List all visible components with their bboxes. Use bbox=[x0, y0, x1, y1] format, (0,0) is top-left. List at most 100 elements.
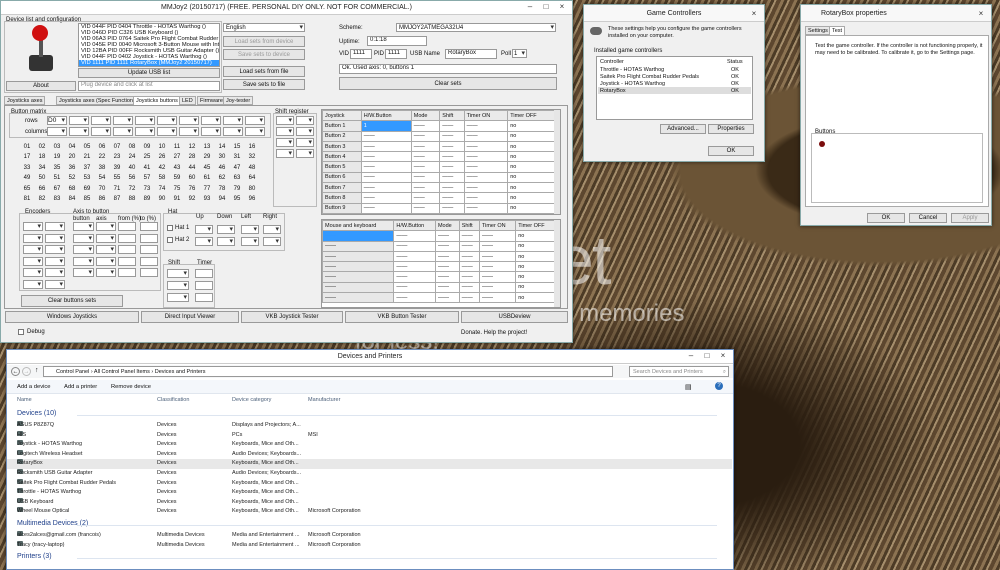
table-row[interactable]: Button 5 —— —— —— —— no bbox=[322, 161, 556, 173]
list-item[interactable]: Throttle - HOTAS Warthog Devices Keyboards… bbox=[7, 488, 732, 498]
timer-on-cell[interactable]: —— bbox=[463, 140, 509, 153]
shift-cell[interactable]: —— bbox=[458, 261, 480, 273]
axis-to-field[interactable] bbox=[140, 233, 158, 243]
timer-off-cell[interactable]: no bbox=[515, 281, 556, 294]
matrix-row-select[interactable] bbox=[91, 116, 111, 125]
shift-register-select[interactable] bbox=[276, 149, 294, 158]
hat-direction-select[interactable] bbox=[217, 237, 235, 246]
group-header[interactable]: Printers (3) bbox=[17, 553, 52, 560]
hw-button-cell[interactable]: —— bbox=[393, 250, 436, 263]
timer-on-cell[interactable]: —— bbox=[463, 161, 509, 173]
timer-off-cell[interactable]: no bbox=[515, 271, 556, 283]
timer-off-cell[interactable]: no bbox=[507, 161, 556, 173]
maximize-icon[interactable]: □ bbox=[699, 350, 715, 361]
mk-table-scrollbar[interactable] bbox=[554, 220, 560, 307]
shift-cell[interactable]: —— bbox=[458, 250, 480, 263]
timer-on-cell[interactable]: —— bbox=[463, 202, 509, 214]
close-icon[interactable]: × bbox=[554, 1, 570, 12]
timer-off-cell[interactable]: no bbox=[515, 261, 556, 273]
hw-button-cell[interactable]: —— bbox=[360, 140, 412, 153]
shift-select[interactable] bbox=[167, 269, 189, 278]
hw-button-cell[interactable]: —— bbox=[360, 161, 412, 173]
table-row[interactable]: Button 3 —— —— —— —— no bbox=[322, 140, 556, 153]
direct-input-viewer-button[interactable]: Direct Input Viewer bbox=[141, 311, 239, 323]
shift-cell[interactable]: —— bbox=[439, 140, 465, 153]
hw-button-cell[interactable]: —— bbox=[393, 240, 436, 252]
timer-off-cell[interactable]: no bbox=[507, 140, 556, 153]
apply-button[interactable]: Apply bbox=[951, 213, 989, 223]
device-list-item-selected[interactable]: VID 1111 PID 1111 RotaryBox (MMJoy2 2015… bbox=[79, 60, 219, 66]
close-icon[interactable]: × bbox=[746, 8, 762, 19]
axis-button-select[interactable] bbox=[73, 256, 94, 266]
help-icon[interactable]: ? bbox=[715, 382, 723, 390]
hat-direction-select[interactable] bbox=[217, 225, 235, 234]
controller-row-name[interactable]: RotaryBox bbox=[600, 88, 626, 94]
pid-field[interactable]: 1111 bbox=[385, 49, 407, 59]
hw-button-cell[interactable]: —— bbox=[393, 271, 436, 283]
list-item[interactable]: Joystick - HOTAS Warthog Devices Keyboards… bbox=[7, 440, 732, 450]
tab-led[interactable]: LED bbox=[179, 96, 196, 105]
timer-on-cell[interactable]: —— bbox=[463, 120, 509, 132]
hw-button-cell[interactable]: —— bbox=[393, 230, 436, 242]
timer-off-cell[interactable]: no bbox=[507, 120, 556, 132]
axis-from-field[interactable] bbox=[118, 268, 136, 277]
shift-cell[interactable]: —— bbox=[439, 202, 465, 214]
back-icon[interactable]: ← bbox=[11, 367, 20, 376]
view-options-icon[interactable]: ▤ bbox=[685, 383, 692, 391]
timer-off-cell[interactable]: no bbox=[507, 182, 556, 194]
shift-register-select[interactable] bbox=[296, 138, 314, 147]
hw-button-cell[interactable]: —— bbox=[393, 281, 436, 294]
up-icon[interactable]: ↑ bbox=[35, 367, 39, 374]
table-row[interactable]: —— —— —— —— —— no bbox=[322, 250, 556, 263]
controller-row-name[interactable]: Throttle - HOTAS Warthog bbox=[600, 67, 664, 73]
debug-checkbox[interactable] bbox=[18, 329, 24, 335]
timer-field[interactable] bbox=[195, 293, 213, 302]
encoder-select[interactable] bbox=[23, 233, 43, 243]
close-icon[interactable]: × bbox=[973, 8, 989, 19]
tab-joysticks-axes[interactable]: Joysticks axes bbox=[4, 96, 46, 105]
timer-on-cell[interactable]: —— bbox=[463, 182, 509, 194]
timer-off-cell[interactable]: no bbox=[515, 292, 556, 304]
hat-direction-select[interactable] bbox=[195, 237, 213, 246]
hw-button-cell[interactable]: —— bbox=[393, 261, 436, 273]
table-row[interactable]: —— —— —— —— —— no bbox=[322, 292, 556, 304]
axis-select[interactable] bbox=[96, 256, 116, 266]
matrix-column-select[interactable] bbox=[245, 127, 265, 136]
mode-cell[interactable]: —— bbox=[434, 240, 460, 252]
hat1-checkbox[interactable] bbox=[167, 225, 173, 231]
timer-on-cell[interactable]: —— bbox=[478, 292, 517, 304]
hw-button-cell[interactable]: —— bbox=[360, 182, 412, 194]
mode-cell[interactable]: —— bbox=[410, 151, 441, 163]
table-row[interactable]: Button 7 —— —— —— —— no bbox=[322, 182, 556, 194]
table-row[interactable]: Button 1 1 —— —— —— no bbox=[322, 120, 556, 132]
mode-cell[interactable]: —— bbox=[434, 271, 460, 283]
hw-button-cell[interactable]: —— bbox=[360, 171, 412, 184]
table-row[interactable]: Button 9 —— —— —— —— no bbox=[322, 202, 556, 214]
matrix-row-select[interactable] bbox=[245, 116, 265, 125]
list-item[interactable]: USB Keyboard Devices Keyboards, Mice and O… bbox=[7, 497, 732, 508]
encoder-select[interactable] bbox=[23, 268, 43, 277]
col-classification[interactable]: Classification bbox=[157, 397, 189, 403]
table-row[interactable]: —— —— —— —— —— no bbox=[322, 261, 556, 273]
list-item[interactable]: Saitek Pro Flight Combat Rudder Pedals De… bbox=[7, 478, 732, 489]
table-row[interactable]: Button 4 —— —— —— —— no bbox=[322, 151, 556, 163]
list-item[interactable]: HIS Devices PCs MSI bbox=[7, 430, 732, 441]
timer-off-cell[interactable]: no bbox=[507, 202, 556, 214]
breadcrumb-item[interactable]: Devices and Printers bbox=[155, 369, 206, 375]
list-item[interactable]: alces2alces@gmail.com (francois) Multimed… bbox=[7, 531, 732, 541]
shift-register-select[interactable] bbox=[296, 116, 314, 125]
shift-cell[interactable]: —— bbox=[458, 292, 480, 304]
list-item[interactable]: Tracy (tracy-laptop) Multimedia Devices Me… bbox=[7, 540, 732, 551]
list-item[interactable]: RotaryBox Devices Keyboards, Mice and Oth.… bbox=[7, 459, 732, 469]
matrix-row-select[interactable] bbox=[113, 116, 133, 125]
matrix-row-select[interactable]: D0 bbox=[47, 116, 67, 125]
shift-register-select[interactable] bbox=[296, 127, 314, 136]
table-row[interactable]: Button 2 —— —— —— —— no bbox=[322, 130, 556, 142]
matrix-row-select[interactable] bbox=[201, 116, 221, 125]
timer-field[interactable] bbox=[195, 281, 213, 290]
matrix-column-select[interactable] bbox=[157, 127, 177, 136]
shift-cell[interactable]: —— bbox=[439, 161, 465, 173]
axis-select[interactable] bbox=[96, 245, 116, 254]
joystick-table-scrollbar[interactable] bbox=[554, 110, 560, 214]
axis-to-field[interactable] bbox=[140, 256, 158, 266]
